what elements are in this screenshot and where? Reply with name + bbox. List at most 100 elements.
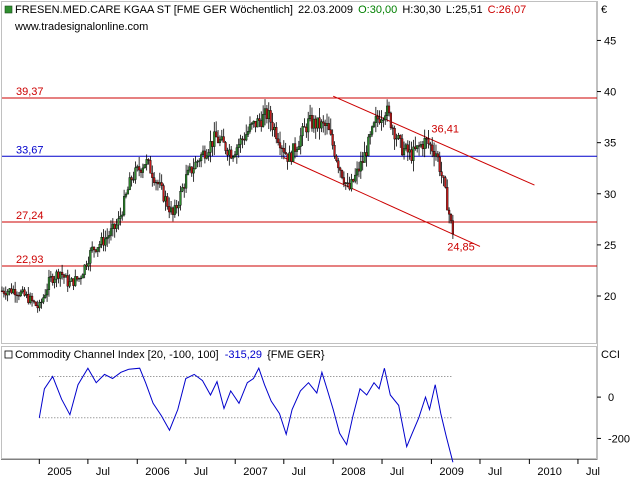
header-close: C:26,07 bbox=[488, 4, 527, 16]
price-tick-label: 45 bbox=[604, 35, 616, 47]
candle-body bbox=[104, 238, 107, 246]
candle-body bbox=[138, 166, 141, 171]
candle-body bbox=[299, 135, 302, 147]
candle-body bbox=[111, 223, 114, 229]
candle-body bbox=[339, 167, 342, 171]
candle-body bbox=[213, 131, 216, 147]
candle-body bbox=[185, 174, 188, 189]
candle-body bbox=[32, 300, 36, 303]
candle-body bbox=[207, 152, 210, 157]
candle-body bbox=[350, 179, 353, 190]
candle-body bbox=[297, 146, 300, 150]
candle-body bbox=[278, 142, 282, 149]
candle-body bbox=[295, 149, 299, 152]
candle-body bbox=[286, 153, 289, 162]
candle-body bbox=[340, 170, 344, 178]
annotation-label: 36,41 bbox=[431, 123, 459, 135]
candle-body bbox=[91, 246, 94, 251]
candle-body bbox=[337, 160, 340, 169]
candle-body bbox=[83, 264, 86, 275]
candle-body bbox=[395, 138, 398, 140]
candle-body bbox=[434, 153, 438, 157]
candle-body bbox=[79, 277, 83, 280]
candle-body bbox=[181, 187, 184, 192]
candle-body bbox=[414, 146, 417, 149]
candle-body bbox=[365, 152, 368, 157]
candle-body bbox=[126, 189, 129, 195]
time-tick-label: 2006 bbox=[145, 466, 169, 478]
candle-body bbox=[363, 152, 366, 163]
time-tick-label: Jul bbox=[586, 466, 600, 478]
candle-body bbox=[55, 271, 58, 280]
candle-body bbox=[119, 215, 122, 219]
candle-body bbox=[30, 295, 34, 301]
candle-body bbox=[280, 147, 284, 149]
candle-body bbox=[77, 277, 81, 280]
candle-body bbox=[402, 148, 406, 156]
candle-body bbox=[139, 169, 143, 173]
candle-body bbox=[446, 187, 449, 211]
candle-body bbox=[401, 138, 404, 156]
candle-body bbox=[258, 118, 261, 121]
candle-body bbox=[38, 302, 41, 309]
candle-body bbox=[292, 143, 295, 162]
chart-svg: FRESEN.MED.CARE KGAA ST [FME GER Wöchent… bbox=[0, 1, 630, 478]
candle-body bbox=[329, 129, 332, 135]
website-label: www.tradesignalonline.com bbox=[14, 21, 148, 33]
candle-body bbox=[216, 136, 220, 143]
candle-body bbox=[190, 166, 193, 174]
candle-body bbox=[348, 183, 351, 190]
candle-body bbox=[265, 108, 268, 119]
candle-body bbox=[19, 291, 22, 296]
candle-body bbox=[429, 143, 432, 146]
candle-body bbox=[21, 289, 24, 293]
candle-body bbox=[8, 288, 11, 292]
candle-body bbox=[98, 244, 101, 248]
candle-body bbox=[107, 235, 111, 238]
time-tick-label: Jul bbox=[390, 466, 404, 478]
candle-body bbox=[406, 144, 409, 153]
candle-body bbox=[391, 127, 394, 129]
candle-body bbox=[314, 118, 317, 129]
candle-body bbox=[378, 118, 381, 123]
candle-body bbox=[275, 127, 278, 140]
candle-body bbox=[312, 118, 315, 129]
time-tick-label: Jul bbox=[292, 466, 306, 478]
candle-body bbox=[121, 214, 124, 217]
candle-body bbox=[235, 147, 238, 155]
candle-body bbox=[277, 138, 280, 143]
candle-body bbox=[151, 172, 154, 178]
candle-body bbox=[316, 117, 319, 129]
candle-body bbox=[417, 145, 421, 147]
time-tick-label: 2009 bbox=[439, 466, 463, 478]
header-date: 22.03.2009 bbox=[298, 4, 353, 16]
candle-body bbox=[449, 213, 453, 221]
candle-body bbox=[89, 250, 92, 264]
candle-body bbox=[307, 118, 310, 133]
candle-body bbox=[102, 237, 105, 246]
candle-body bbox=[173, 205, 176, 215]
header-line: FRESEN.MED.CARE KGAA ST [FME GER Wöchent… bbox=[15, 4, 526, 16]
candle-body bbox=[196, 161, 199, 163]
time-tick-label: 2005 bbox=[47, 466, 71, 478]
candle-body bbox=[408, 149, 411, 153]
candle-body bbox=[34, 301, 37, 306]
candle-body bbox=[113, 223, 116, 229]
candle-body bbox=[354, 174, 357, 182]
candle-body bbox=[68, 281, 71, 287]
candle-body bbox=[380, 119, 383, 123]
price-tick-label: 35 bbox=[604, 138, 616, 150]
candle-body bbox=[12, 289, 15, 294]
candle-body bbox=[263, 108, 267, 115]
candle-body bbox=[169, 207, 173, 213]
candle-body bbox=[320, 121, 323, 129]
candle-body bbox=[239, 138, 242, 145]
instrument-name: FRESEN.MED.CARE KGAA ST [FME GER Wöchent… bbox=[15, 4, 293, 16]
candle-body bbox=[123, 196, 126, 216]
candle-body bbox=[47, 277, 51, 290]
candle-body bbox=[62, 274, 66, 278]
candle-body bbox=[357, 168, 361, 172]
candle-body bbox=[442, 175, 445, 178]
candle-body bbox=[305, 127, 308, 133]
candle-body bbox=[369, 134, 372, 138]
